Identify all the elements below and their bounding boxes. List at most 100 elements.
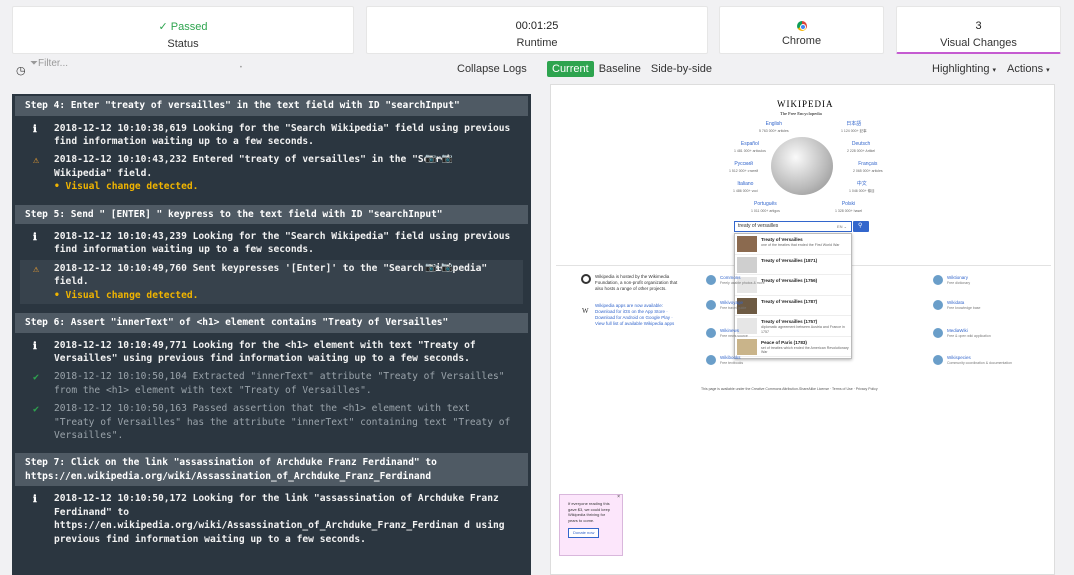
browser-label: Chrome bbox=[781, 35, 822, 47]
project-description: Free & open wiki application bbox=[947, 334, 991, 338]
compare-screenshots-icon[interactable]: 📷⟷📷 bbox=[425, 153, 453, 166]
sister-project-link[interactable]: Wikispecies Community coordination & docu… bbox=[933, 355, 1012, 366]
search-icon: ⚲ bbox=[858, 223, 863, 229]
visual-change-note[interactable]: • Visual change detected. bbox=[54, 180, 511, 193]
language-count: 1 011 000+ artigos bbox=[751, 209, 780, 213]
language-name: Italiano bbox=[737, 181, 754, 187]
language-name: 中文 bbox=[856, 181, 867, 187]
tab-current[interactable]: Current bbox=[547, 61, 594, 77]
log-panel[interactable]: Step 4: Enter "treaty of versailles" in … bbox=[12, 94, 531, 575]
suggestion-description: set of treaties which ended the American… bbox=[761, 345, 849, 355]
search-suggestions[interactable]: Treaty of Versailles one of the treaties … bbox=[734, 233, 852, 359]
project-logo-icon bbox=[706, 328, 716, 338]
suggestion-thumbnail bbox=[737, 256, 757, 273]
runtime-label: Runtime bbox=[516, 37, 558, 49]
step-entries: ℹ 2018-12-12 10:10:49,771 Looking for the… bbox=[12, 333, 531, 452]
language-name: Русский bbox=[734, 161, 753, 167]
project-logo-icon bbox=[706, 355, 716, 365]
suggestion-description: diplomatic agreement between Austria and… bbox=[761, 325, 845, 334]
sister-project-link[interactable]: MediaWiki Free & open wiki application bbox=[933, 328, 991, 339]
language-link[interactable]: Polski 1 328 000+ haseł bbox=[835, 201, 862, 215]
project-description: Community coordination & documentation bbox=[947, 361, 1012, 365]
suggestion-item[interactable]: Treaty of Versailles (1871) bbox=[735, 255, 851, 275]
project-description: Free news source bbox=[720, 334, 748, 338]
project-logo-icon bbox=[933, 300, 943, 310]
step-entries: ℹ 2018-12-12 10:10:38,619 Looking for the… bbox=[12, 116, 531, 203]
step-header: Step 5: Send " [ENTER] " keypress to the… bbox=[15, 204, 528, 225]
check-icon: ✓ bbox=[158, 21, 168, 33]
dropdown-caret-icon: • bbox=[239, 65, 242, 71]
step-header: Step 4: Enter "treaty of versailles" in … bbox=[15, 96, 528, 116]
tab-side-by-side[interactable]: Side-by-side bbox=[646, 61, 717, 77]
project-logo-icon bbox=[933, 328, 943, 338]
language-link[interactable]: English 5 763 000+ articles bbox=[759, 121, 789, 135]
language-name: Português bbox=[754, 201, 777, 207]
language-link[interactable]: Deutsch 2 228 000+ Artikel bbox=[847, 141, 875, 155]
sister-project-link[interactable]: Wikivoyage Free travel guide bbox=[706, 300, 746, 311]
log-text: 2018-12-12 10:10:49,760 Sent keypresses … bbox=[54, 262, 488, 288]
language-link[interactable]: 中文 1 046 000+ 條目 bbox=[849, 181, 875, 195]
filter-icon: ⏷ bbox=[30, 58, 38, 69]
filter-input[interactable]: ⏷Filter... • bbox=[30, 58, 244, 74]
actions-dropdown[interactable]: Actions ▾ bbox=[1007, 63, 1050, 75]
check-icon: ✔ bbox=[33, 372, 40, 384]
sister-project-link[interactable]: Wiktionary Free dictionary bbox=[933, 275, 971, 286]
language-count: 1 512 000+ статей bbox=[729, 169, 759, 173]
language-count: 2 065 000+ articles bbox=[853, 169, 883, 173]
search-language: EN ⌄ bbox=[836, 224, 847, 229]
suggestion-item[interactable]: Treaty of Versailles (1787) bbox=[735, 296, 851, 316]
log-entry: ✔ 2018-12-12 10:10:50,163 Passed assertio… bbox=[20, 400, 523, 444]
search-input[interactable]: treaty of versailles EN ⌄ bbox=[734, 221, 852, 232]
project-logo-icon bbox=[706, 275, 716, 285]
language-count: 1 124 000+ 記事 bbox=[841, 129, 867, 133]
language-count: 1 486 000+ voci bbox=[733, 189, 758, 193]
log-text: 2018-12-12 10:10:38,619 Looking for the … bbox=[54, 122, 511, 147]
log-entry: ⚠ 2018-12-12 10:10:49,760 Sent keypresses… bbox=[20, 259, 523, 305]
warning-icon: ⚠ bbox=[33, 155, 40, 167]
visual-changes-card[interactable]: 3 Visual Changes bbox=[896, 6, 1061, 54]
clock-icon: ◷ bbox=[16, 65, 26, 77]
language-link[interactable]: Русский 1 512 000+ статей bbox=[729, 161, 758, 175]
sister-project-link[interactable]: Commons Freely usable photos & more bbox=[706, 275, 765, 286]
compare-screenshots-icon[interactable]: 📷⟷📷 bbox=[425, 262, 453, 275]
sister-project-link[interactable]: Wikibooks Free textbooks bbox=[706, 355, 744, 366]
language-name: 日本語 bbox=[846, 121, 862, 127]
project-description: Free dictionary bbox=[947, 281, 971, 285]
language-name: Deutsch bbox=[851, 141, 871, 147]
collapse-logs-button[interactable]: Collapse Logs bbox=[457, 63, 527, 75]
project-description: Freely usable photos & more bbox=[720, 281, 765, 285]
language-name: Français bbox=[858, 161, 878, 167]
log-text: 2018-12-12 10:10:49,771 Looking for the … bbox=[54, 339, 476, 364]
language-link[interactable]: Español 1 481 000+ artículos bbox=[734, 141, 766, 155]
language-link[interactable]: Français 2 065 000+ articles bbox=[853, 161, 883, 175]
donate-button[interactable]: Donate now bbox=[568, 528, 600, 538]
log-entry: ℹ 2018-12-12 10:10:38,619 Looking for the… bbox=[20, 120, 523, 151]
warning-icon: ⚠ bbox=[33, 263, 40, 275]
log-entry: ℹ 2018-12-12 10:10:50,172 Looking for the… bbox=[20, 490, 523, 548]
log-entry: ℹ 2018-12-12 10:10:49,771 Looking for the… bbox=[20, 337, 523, 368]
suggestion-title: Treaty of Versailles (1871) bbox=[761, 257, 818, 263]
language-link[interactable]: Português 1 011 000+ artigos bbox=[751, 201, 780, 215]
sister-project-link[interactable]: Wikinews Free news source bbox=[706, 328, 748, 339]
visual-change-note[interactable]: • Visual change detected. bbox=[54, 289, 511, 302]
suggestion-thumbnail bbox=[737, 236, 757, 252]
close-icon[interactable]: × bbox=[617, 494, 620, 501]
highlighting-dropdown[interactable]: Highlighting ▾ bbox=[932, 63, 996, 75]
visual-changes-value: 3 bbox=[975, 20, 982, 32]
tab-baseline[interactable]: Baseline bbox=[594, 61, 646, 77]
sister-project-link[interactable]: Wikidata Free knowledge base bbox=[933, 300, 980, 311]
chrome-icon bbox=[796, 21, 807, 32]
screenshot-preview[interactable]: WIKIPEDIA The Free Encyclopedia English 5… bbox=[550, 84, 1055, 575]
project-name: Wikivoyage bbox=[720, 300, 744, 305]
project-logo-icon bbox=[933, 275, 943, 285]
suggestion-item[interactable]: Treaty of Versailles (1757) diplomatic ag… bbox=[735, 316, 851, 337]
language-link[interactable]: 日本語 1 124 000+ 記事 bbox=[841, 121, 867, 135]
language-link[interactable]: Italiano 1 486 000+ voci bbox=[733, 181, 758, 195]
project-description: Free textbooks bbox=[720, 361, 744, 365]
suggestion-thumbnail bbox=[737, 338, 757, 355]
suggestion-item[interactable]: Peace of Paris (1783) set of treaties whi… bbox=[735, 337, 851, 357]
language-name: Polski bbox=[841, 201, 856, 207]
suggestion-item[interactable]: Treaty of Versailles one of the treaties … bbox=[735, 234, 851, 255]
search-button[interactable]: ⚲ bbox=[853, 221, 869, 232]
check-icon: ✔ bbox=[33, 404, 40, 416]
